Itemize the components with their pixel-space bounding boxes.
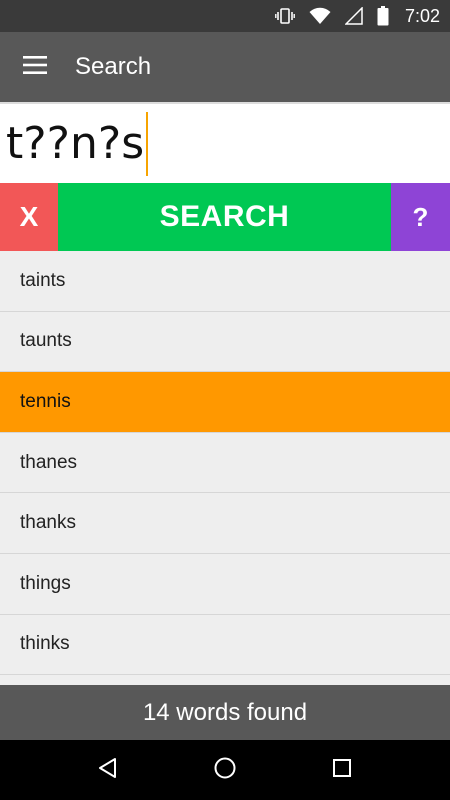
search-input[interactable]: t??n?s: [0, 102, 450, 183]
recents-icon: [332, 758, 352, 783]
results-list[interactable]: taints taunts tennis thanes thanks thing…: [0, 251, 450, 685]
page-title: Search: [75, 53, 152, 80]
help-button[interactable]: ?: [391, 183, 450, 251]
clear-button[interactable]: X: [0, 183, 58, 251]
status-time: 7:02: [404, 5, 440, 26]
cell-signal-icon: [344, 7, 363, 25]
list-item[interactable]: taints: [0, 251, 450, 312]
home-icon: [213, 756, 237, 785]
search-button[interactable]: SEARCH: [58, 183, 391, 251]
vibrate-icon: [275, 6, 295, 26]
back-icon: [97, 757, 119, 784]
list-item[interactable]: thanks: [0, 493, 450, 554]
menu-button[interactable]: [0, 32, 70, 102]
status-bar: 7:02: [0, 0, 450, 32]
search-query-text[interactable]: t??n?s: [6, 121, 144, 166]
list-item[interactable]: things: [0, 554, 450, 615]
wifi-icon: [309, 7, 331, 25]
app-bar: Search: [0, 32, 450, 102]
results-count-footer: 14 words found: [0, 685, 450, 740]
list-item[interactable]: taunts: [0, 312, 450, 373]
list-item[interactable]: thanes: [0, 433, 450, 494]
action-button-row: X SEARCH ?: [0, 183, 450, 251]
text-cursor: [146, 111, 149, 176]
back-button[interactable]: [78, 740, 138, 800]
recents-button[interactable]: [312, 740, 372, 800]
results-count-text: 14 words found: [142, 698, 308, 726]
hamburger-menu-icon: [23, 55, 47, 79]
system-nav-bar: [0, 740, 450, 800]
list-item-selected[interactable]: tennis: [0, 372, 450, 433]
list-item[interactable]: thinks: [0, 615, 450, 676]
home-button[interactable]: [195, 740, 255, 800]
battery-icon: [377, 6, 389, 26]
